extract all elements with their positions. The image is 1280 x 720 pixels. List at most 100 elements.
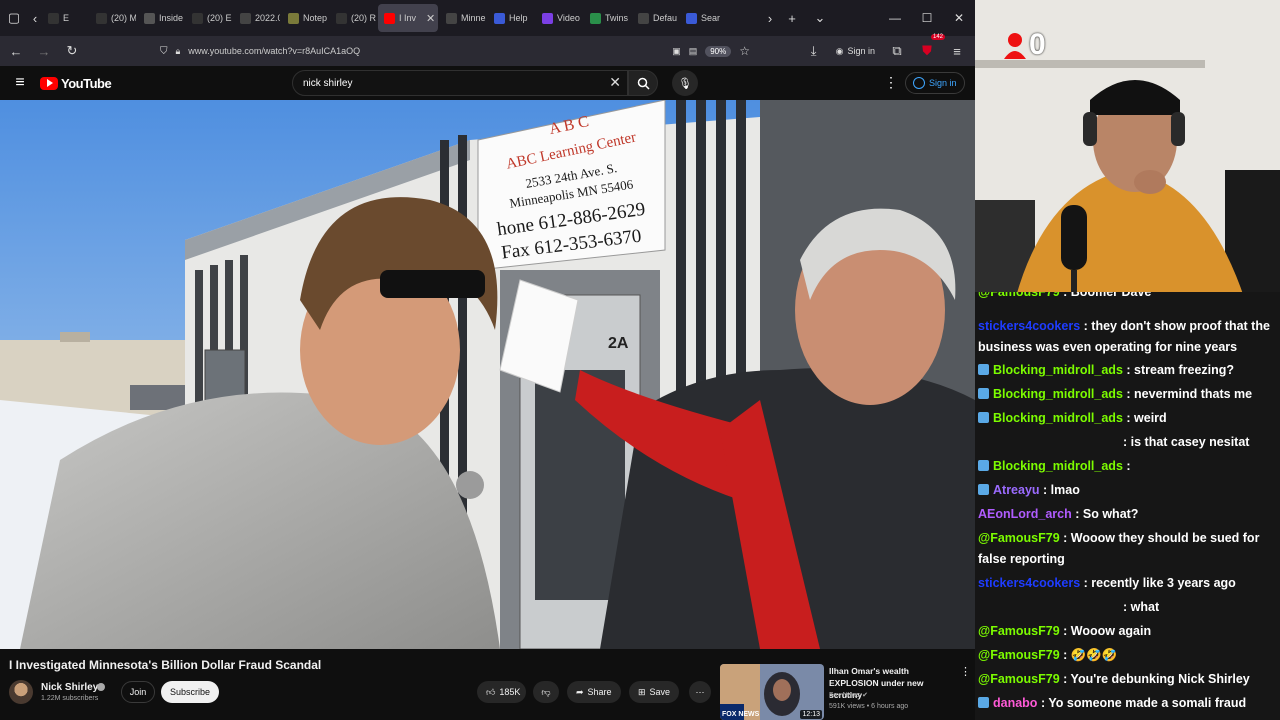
thumbs-down-icon: 👎︎ xyxy=(541,686,551,697)
tab-overview-icon[interactable]: ▢ xyxy=(0,4,28,32)
chat-text: : weird xyxy=(1126,411,1167,425)
dislike-button[interactable]: 👎︎ xyxy=(533,681,559,703)
tab-scroll-left-icon[interactable]: ‹ xyxy=(28,4,42,32)
new-tab-icon[interactable]: + xyxy=(778,4,806,32)
chat-username[interactable]: danabo xyxy=(993,696,1037,710)
app-menu-icon[interactable]: ≡ xyxy=(943,38,971,64)
m-icon xyxy=(494,12,505,24)
toolbar-right: ⤓ ◉ Sign in ⧉ ⛊ 142 ≡ xyxy=(800,34,971,64)
settings-more-icon[interactable]: ⋮ xyxy=(884,74,898,91)
lock-icon[interactable]: 🔒︎ xyxy=(176,46,181,57)
browser-tab[interactable]: Notep xyxy=(282,4,328,32)
tab-list-icon[interactable]: ⌄ xyxy=(806,4,834,32)
share-icon: ➦ xyxy=(576,686,584,697)
chat-username[interactable]: Blocking_midroll_ads xyxy=(993,363,1123,377)
chat-username[interactable]: Blocking_midroll_ads xyxy=(993,411,1123,425)
shield-icon[interactable]: ⛉ xyxy=(160,46,168,57)
browser-tab[interactable]: (20) E xyxy=(186,4,232,32)
browser-tab[interactable]: Twins xyxy=(584,4,630,32)
close-tab-icon[interactable]: ✕ xyxy=(426,12,435,25)
browser-tab[interactable]: E xyxy=(42,4,88,32)
like-button[interactable]: 👍︎ 185K xyxy=(477,681,527,703)
back-icon[interactable]: ← xyxy=(2,38,30,64)
chat-username[interactable]: @FamousF79 xyxy=(978,292,1060,299)
search-input[interactable]: nick shirley ✕ xyxy=(292,70,628,96)
recommended-more-icon[interactable]: ⋮ xyxy=(960,665,971,678)
save-label: Save xyxy=(649,687,671,697)
reader-mode-icon[interactable]: ▤ xyxy=(689,46,698,57)
save-button[interactable]: ⊞ Save xyxy=(629,681,680,703)
browser-tab[interactable]: Inside xyxy=(138,4,184,32)
ublock-icon[interactable]: ⛊ 142 xyxy=(913,34,945,64)
more-horizontal-icon: ⋯ xyxy=(695,686,705,697)
chat-text: : 🤣🤣🤣 xyxy=(1063,648,1118,662)
channel-name[interactable]: Nick Shirley xyxy=(41,682,98,693)
voice-search-icon[interactable]: 🎙︎ xyxy=(672,70,698,96)
browser-tab[interactable]: (20) M xyxy=(90,4,136,32)
picture-in-picture-icon[interactable]: ▣ xyxy=(672,46,681,57)
recommended-thumbnail[interactable]: FOX NEWS 12:13 xyxy=(720,664,824,720)
bookmark-star-icon[interactable]: ☆ xyxy=(739,44,750,58)
chat-username[interactable]: stickers4cookers xyxy=(978,319,1080,333)
navigation-bar: ← → ↻ ⛉ 🔒︎ www.youtube.com/watch?v=r8AuI… xyxy=(0,34,975,66)
youtube-sign-in-button[interactable]: Sign in xyxy=(905,72,965,94)
chat-text: : xyxy=(1126,459,1131,473)
video-frame[interactable]: A B C ABC Learning Center 2533 24th Ave.… xyxy=(0,100,975,649)
forward-icon[interactable]: → xyxy=(30,38,58,64)
browser-tab[interactable]: I Inv ✕ xyxy=(378,4,438,32)
duration-badge: 12:13 xyxy=(800,710,822,719)
chat-username[interactable]: Atreayu xyxy=(993,483,1040,497)
search-query[interactable]: nick shirley xyxy=(303,78,352,89)
tab-label: Video xyxy=(557,13,580,23)
extensions-icon[interactable]: ⧉ xyxy=(883,38,911,64)
close-window-icon[interactable]: ✕ xyxy=(943,4,975,32)
chat-message: @FamousF79 : Wooow they should be sued f… xyxy=(978,528,1278,570)
minimize-icon[interactable]: — xyxy=(879,4,911,32)
chat-username[interactable]: AEonLord_arch xyxy=(978,507,1072,521)
search-button[interactable] xyxy=(628,70,658,96)
more-actions-button[interactable]: ⋯ xyxy=(689,681,711,703)
browser-tab[interactable]: 2022.0 xyxy=(234,4,280,32)
browser-tab[interactable]: Minne xyxy=(440,4,486,32)
chat-username[interactable]: @FamousF79 xyxy=(978,672,1060,686)
chat-message: stickers4cookers : they don't show proof… xyxy=(978,316,1278,358)
address-bar[interactable]: ⛉ 🔒︎ www.youtube.com/watch?v=r8AuICA1aOQ… xyxy=(150,39,750,63)
viewer-count: 0 xyxy=(1029,28,1046,61)
url-text[interactable]: www.youtube.com/watch?v=r8AuICA1aOQ xyxy=(188,46,360,56)
chat-username[interactable]: @FamousF79 xyxy=(978,624,1060,638)
reload-icon[interactable]: ↻ xyxy=(58,38,86,64)
youtube-logo[interactable]: YouTube xyxy=(40,76,112,91)
tab-scroll-right-icon[interactable]: › xyxy=(762,4,778,32)
recommended-meta: 591K views • 6 hours ago xyxy=(829,703,908,710)
chat-message: @FamousF79 : Boomer Dave xyxy=(978,292,1278,303)
recommended-video[interactable]: FOX NEWS 12:13 Ilhan Omar's wealth EXPLO… xyxy=(720,662,972,720)
browser-tab[interactable]: Defau xyxy=(632,4,678,32)
recommended-channel: Fox News ✔ xyxy=(829,691,868,699)
generic-icon xyxy=(144,12,155,24)
chat-username[interactable]: @FamousF79 xyxy=(978,531,1060,545)
browser-tab[interactable]: Video xyxy=(536,4,582,32)
hamburger-menu-icon[interactable]: ≡ xyxy=(0,66,40,100)
subscribe-button[interactable]: Subscribe xyxy=(161,681,219,703)
share-button[interactable]: ➦ Share xyxy=(567,681,621,703)
microphone xyxy=(1061,205,1087,270)
tab-strip: E (20) M Inside (20) E 2022.0 Notep (20) RI In… xyxy=(42,4,762,32)
clear-search-icon[interactable]: ✕ xyxy=(609,74,621,91)
youtube-play-logo-icon xyxy=(40,76,58,90)
zoom-level-badge[interactable]: 90% xyxy=(705,45,732,57)
browser-tab[interactable]: Sear xyxy=(680,4,726,32)
maximize-icon[interactable]: ☐ xyxy=(911,4,943,32)
search-icon xyxy=(637,77,650,90)
downloads-icon[interactable]: ⤓ xyxy=(800,38,828,64)
chat-message: @FamousF79 : You're debunking Nick Shirl… xyxy=(978,669,1278,690)
join-button[interactable]: Join xyxy=(121,681,155,703)
browser-tab[interactable]: (20) R xyxy=(330,4,376,32)
browser-tab[interactable]: Help xyxy=(488,4,534,32)
account-sign-in-button[interactable]: ◉ Sign in xyxy=(830,46,881,57)
channel-avatar[interactable] xyxy=(9,680,33,704)
video-player[interactable]: A B C ABC Learning Center 2533 24th Ave.… xyxy=(0,100,975,649)
chat-username[interactable]: Blocking_midroll_ads xyxy=(993,387,1123,401)
chat-username[interactable]: Blocking_midroll_ads xyxy=(993,459,1123,473)
chat-username[interactable]: @FamousF79 xyxy=(978,648,1060,662)
chat-username[interactable]: stickers4cookers xyxy=(978,576,1080,590)
